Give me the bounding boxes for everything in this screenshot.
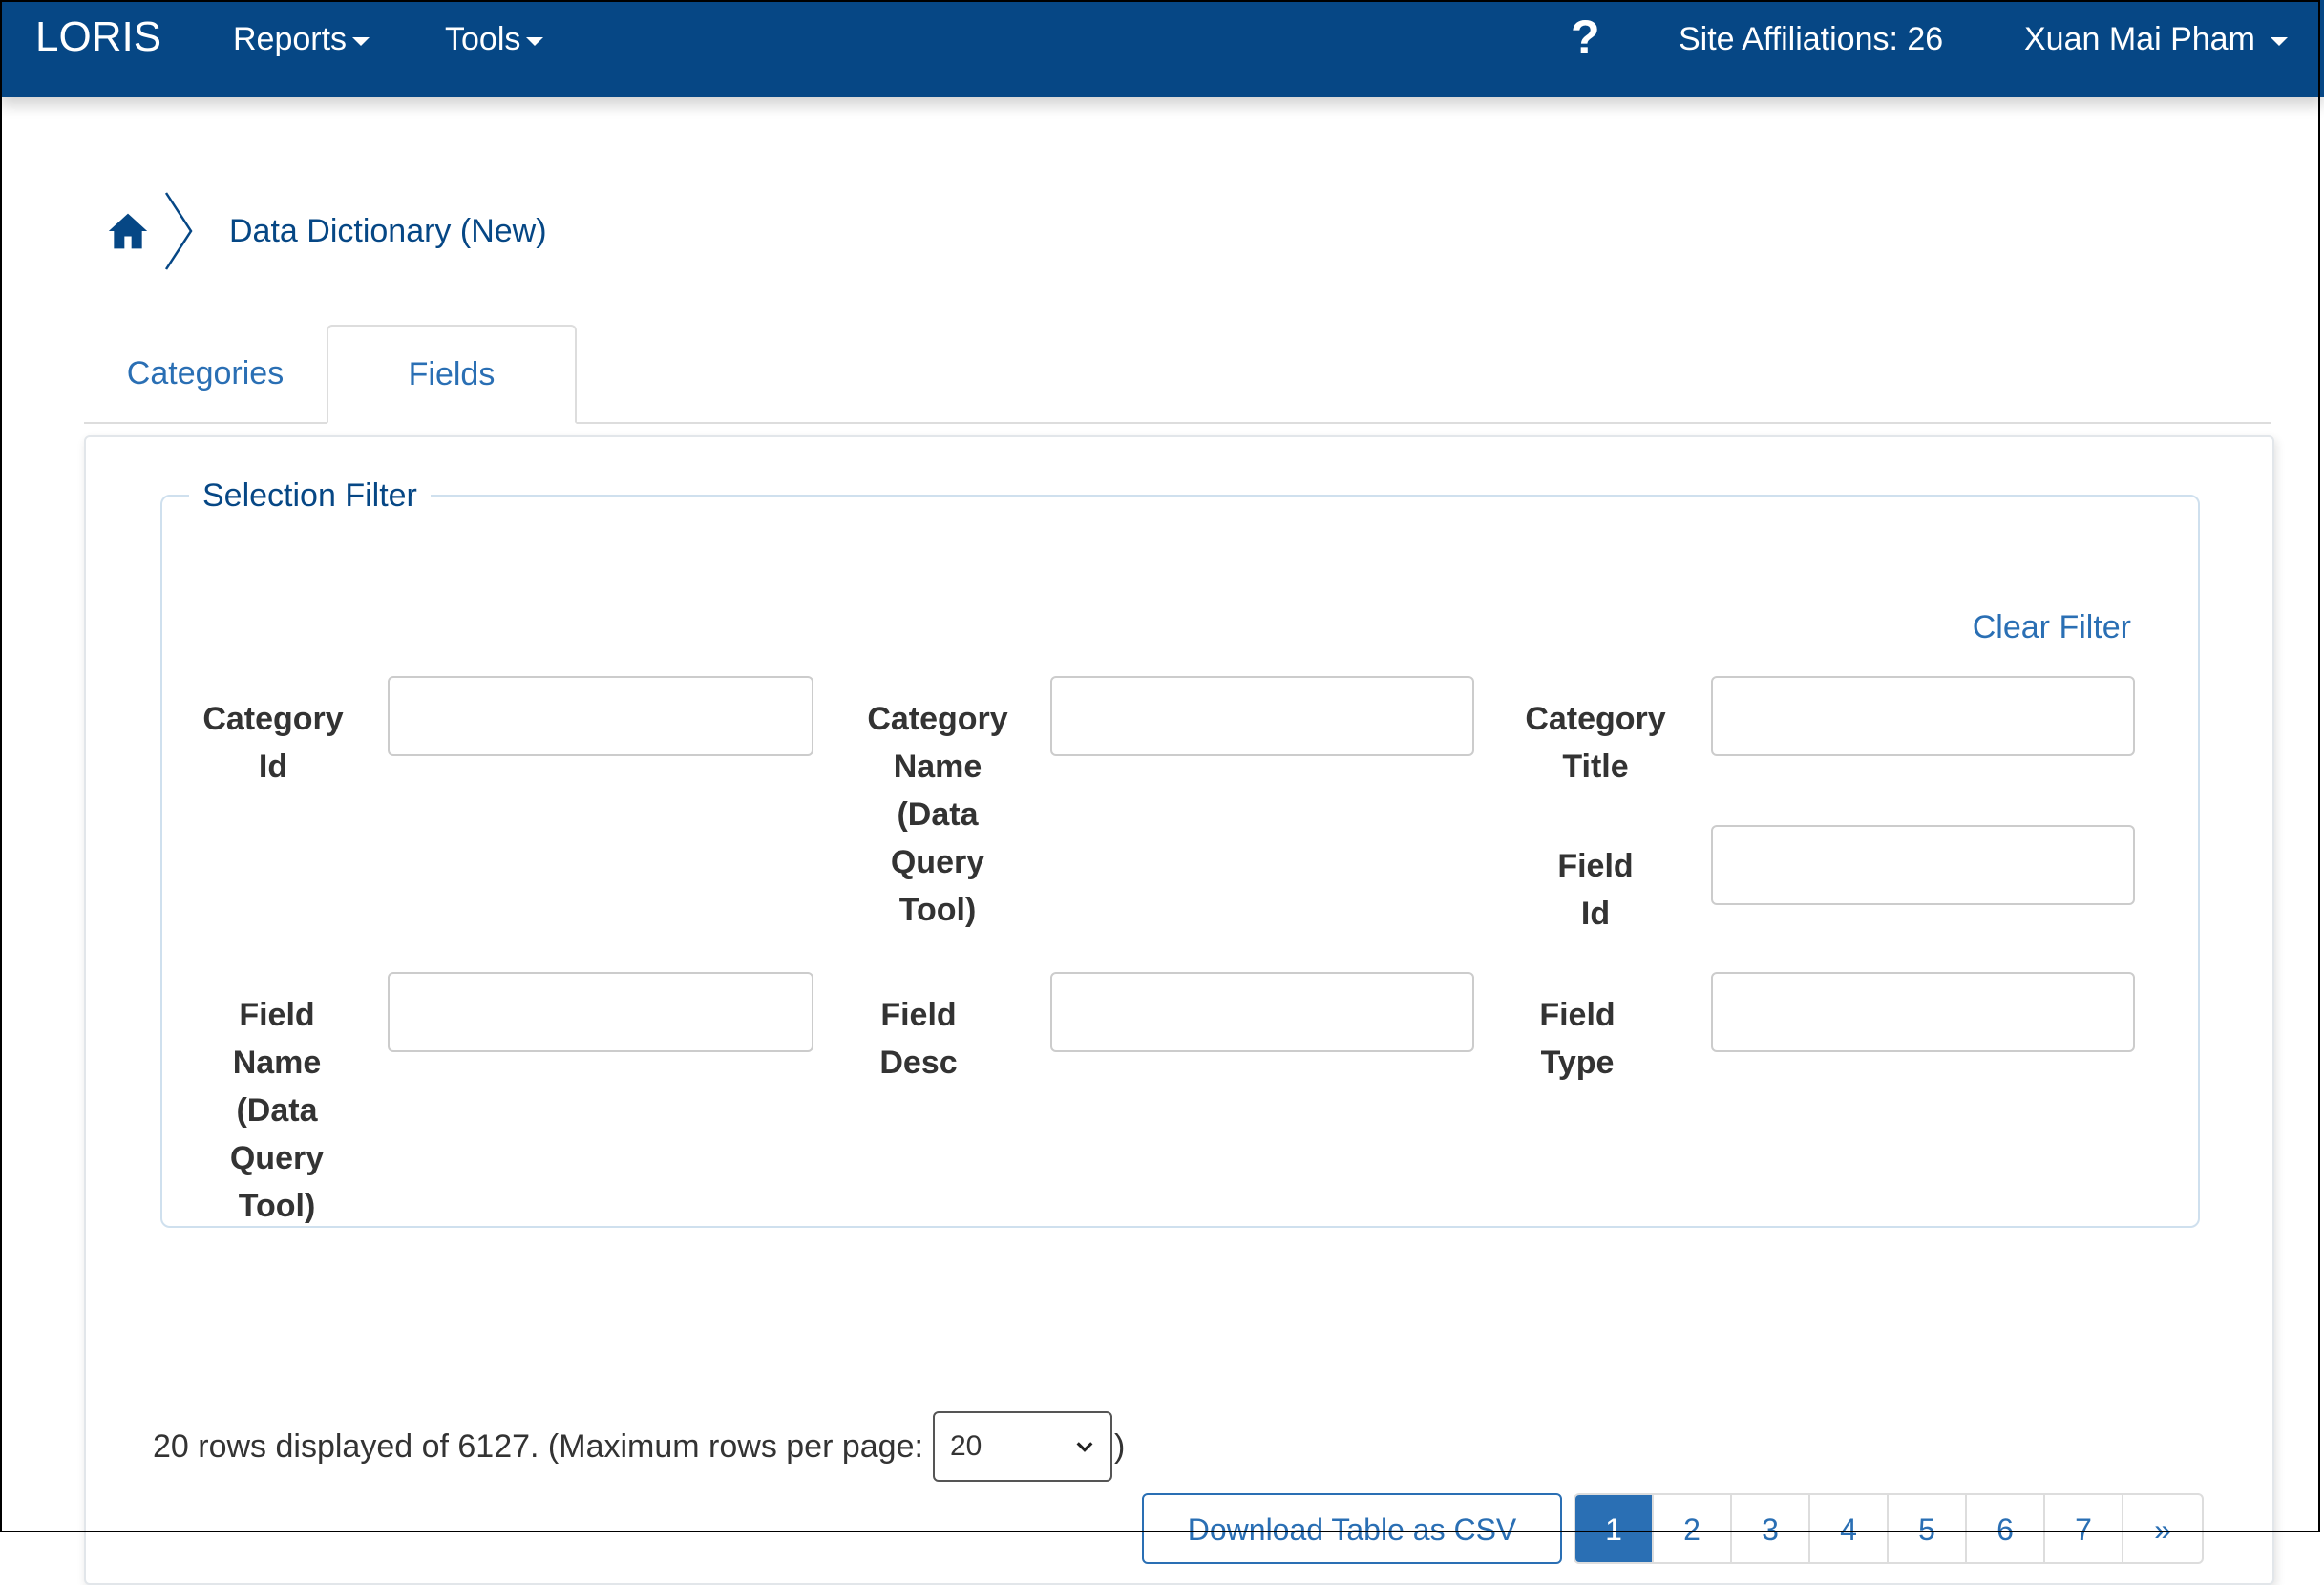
chevron-down-icon <box>1076 1442 1093 1452</box>
category-name-label: Category Name (Data Query Tool) <box>867 701 1008 928</box>
page-5-button[interactable]: 5 <box>1889 1495 1967 1562</box>
rows-info: 20 rows displayed of 6127. (Maximum rows… <box>153 1411 1125 1482</box>
selection-filter-legend: Selection Filter <box>189 477 431 515</box>
selection-filter: Selection Filter Clear Filter Category I… <box>160 477 2200 1228</box>
user-name: Xuan Mai Pham <box>2024 21 2255 57</box>
caret-down-icon <box>2270 37 2288 46</box>
page-6-button[interactable]: 6 <box>1967 1495 2045 1562</box>
clear-filter-link[interactable]: Clear Filter <box>1973 609 2131 646</box>
reports-menu-label: Reports <box>233 21 348 57</box>
tab-categories[interactable]: Categories <box>84 325 327 422</box>
page-7-button[interactable]: 7 <box>2045 1495 2123 1562</box>
field-desc-input[interactable] <box>1050 972 1474 1052</box>
reports-menu[interactable]: Reports <box>233 21 370 58</box>
field-desc-label: Field Desc <box>879 997 958 1081</box>
rows-per-page-select[interactable]: 20 <box>932 1411 1112 1482</box>
rows-per-page-value: 20 <box>949 1430 982 1462</box>
page-1-button[interactable]: 1 <box>1575 1495 1654 1562</box>
category-title-label: Category Title <box>1525 701 1666 785</box>
breadcrumb-separator-icon <box>164 192 193 270</box>
field-type-label: Field Type <box>1539 997 1616 1081</box>
field-name-input[interactable] <box>388 972 813 1052</box>
field-id-label: Field Id <box>1557 848 1634 932</box>
breadcrumb-current[interactable]: Data Dictionary (New) <box>229 213 547 250</box>
category-id-input[interactable] <box>388 676 813 756</box>
category-id-label: Category Id <box>202 701 344 785</box>
download-csv-button[interactable]: Download Table as CSV <box>1142 1493 1562 1564</box>
tab-fields[interactable]: Fields <box>327 325 577 424</box>
help-icon[interactable]: ? <box>1571 10 1600 65</box>
field-type-input[interactable] <box>1711 972 2135 1052</box>
tools-menu-label: Tools <box>445 21 521 57</box>
pagination: 1 2 3 4 5 6 7 » <box>1574 1493 2204 1564</box>
rows-info-close: ) <box>1113 1427 1126 1465</box>
home-icon[interactable] <box>107 210 149 252</box>
page-3-button[interactable]: 3 <box>1732 1495 1810 1562</box>
caret-down-icon <box>352 37 370 46</box>
category-name-input[interactable] <box>1050 676 1474 756</box>
rows-info-text: 20 rows displayed of 6127. (Maximum rows… <box>153 1427 923 1465</box>
tools-menu[interactable]: Tools <box>445 21 544 58</box>
breadcrumb: Data Dictionary (New) <box>107 191 547 271</box>
next-page-button[interactable]: » <box>2123 1495 2202 1562</box>
user-menu[interactable]: Xuan Mai Pham <box>2024 21 2288 58</box>
site-affiliations[interactable]: Site Affiliations: 26 <box>1679 21 1943 58</box>
tab-bar: Categories Fields <box>84 325 2271 424</box>
top-navbar: LORIS Reports Tools ? Site Affiliations:… <box>0 0 2324 97</box>
field-id-input[interactable] <box>1711 825 2135 905</box>
caret-down-icon <box>526 37 544 46</box>
brand-logo[interactable]: LORIS <box>35 13 161 61</box>
page-2-button[interactable]: 2 <box>1654 1495 1732 1562</box>
page-4-button[interactable]: 4 <box>1810 1495 1889 1562</box>
category-title-input[interactable] <box>1711 676 2135 756</box>
field-name-label: Field Name (Data Query Tool) <box>229 997 325 1224</box>
